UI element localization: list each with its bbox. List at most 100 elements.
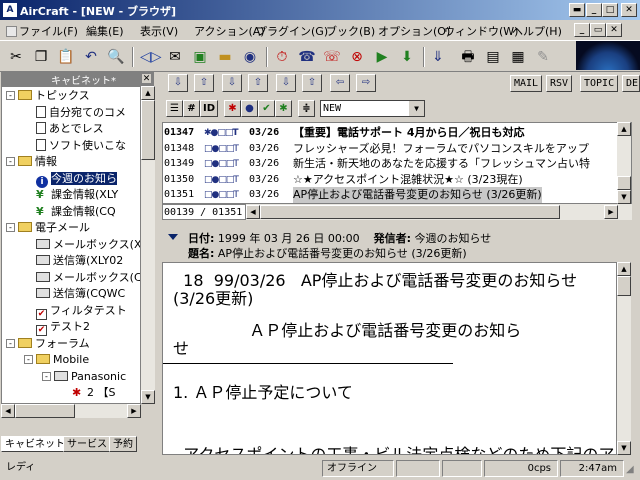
child-close-button[interactable]: ✕ <box>606 23 622 37</box>
menu-view[interactable]: 表示(V) <box>140 23 178 39</box>
tree-node[interactable]: ✱ 2 【S <box>60 385 115 401</box>
topic-button[interactable]: TOPIC <box>580 75 619 92</box>
tree-node[interactable]: ✔ テスト2 <box>24 319 90 336</box>
maximize-button[interactable]: □ <box>602 3 618 17</box>
split-view-icon[interactable]: ◁▷ <box>140 47 162 67</box>
scroll-down-icon[interactable]: ▼ <box>141 390 155 404</box>
scroll-right-icon[interactable]: ▶ <box>604 205 618 219</box>
tree-node[interactable]: メールボックス(XL <box>24 237 140 253</box>
message-body[interactable]: 18 99/03/26 AP停止および電話番号変更のお知らせ (3/26更新) … <box>162 262 617 455</box>
resize-grip-icon[interactable]: ◢ <box>626 464 638 476</box>
tree-toggle-icon[interactable]: - <box>6 223 15 232</box>
tree-node[interactable]: - Mobile <box>24 352 89 368</box>
scroll-left-icon[interactable]: ◀ <box>1 404 15 418</box>
minimize-button[interactable]: _ <box>586 3 602 17</box>
phone-icon[interactable]: ☎ <box>297 47 317 67</box>
chevron-down-icon[interactable]: ▼ <box>409 101 424 116</box>
tree-toggle-icon[interactable]: - <box>42 371 51 381</box>
tab-cabinet[interactable]: キャビネット <box>1 436 69 452</box>
tree-node[interactable]: - Panasonic <box>42 369 126 385</box>
tree-node[interactable]: あとでレス <box>24 121 104 137</box>
book-icon[interactable]: ▤ <box>483 47 503 67</box>
find-icon[interactable]: 🔍 <box>106 47 126 67</box>
filter-select[interactable]: NEW ▼ <box>320 100 425 117</box>
send-icon[interactable]: ▶ <box>372 47 392 67</box>
hscroll-thumb[interactable] <box>15 404 75 418</box>
menu-option[interactable]: オプション(O) <box>378 23 450 39</box>
body-vertical-scrollbar[interactable]: ▲ ▼ <box>617 262 631 455</box>
menu-help[interactable]: ヘルプ(H) <box>512 23 562 39</box>
list-horizontal-scrollbar[interactable]: ◀ ▶ <box>246 204 632 220</box>
schedule-icon[interactable]: ⏱ <box>272 47 292 67</box>
tree-toggle-icon[interactable]: - <box>6 91 15 100</box>
post-icon[interactable]: ▣ <box>190 47 210 67</box>
hscroll-thumb[interactable] <box>260 205 560 219</box>
tree-node[interactable]: - フォーラム <box>6 336 90 352</box>
tab-service[interactable]: サービス <box>63 436 111 452</box>
green-star-icon[interactable]: ✱ <box>275 100 292 117</box>
tree-node[interactable]: ✔ フィルタテスト <box>24 303 127 320</box>
de-button[interactable]: DE <box>622 75 640 92</box>
message-row[interactable]: 01351 □●□□T 03/26 AP停止および電話番号変更のお知らせ (3/26更… <box>163 187 631 203</box>
undo-icon[interactable]: ↶ <box>81 47 101 67</box>
restore-child-button[interactable]: ▬ <box>569 3 585 17</box>
tree-node[interactable]: 送信簿(XLY02 <box>24 253 123 269</box>
nav-forward-icon[interactable]: ⇨ <box>356 74 376 92</box>
tree-node[interactable]: ¥ 課金情報(CQ <box>24 204 116 220</box>
stop-icon[interactable]: ⊗ <box>347 47 367 67</box>
nav-next-thread-icon[interactable]: ⇩ <box>276 74 296 92</box>
child-restore-button[interactable]: ▭ <box>590 23 606 37</box>
scroll-right-icon[interactable]: ▶ <box>127 404 141 418</box>
close-button[interactable]: ✕ <box>621 3 637 17</box>
tab-reservation[interactable]: 予約 <box>109 436 137 452</box>
paste-icon[interactable]: 📋 <box>56 47 76 67</box>
menu-book[interactable]: ブック(B) <box>326 23 375 39</box>
message-row[interactable]: 01349 □●□□T 03/26 新生活・新天地のあなたを応援する「フレッシュマン占… <box>163 156 631 172</box>
copy-icon[interactable]: ❐ <box>31 47 51 67</box>
scroll-down-icon[interactable]: ▼ <box>617 441 631 455</box>
cut-icon[interactable]: ✂ <box>6 47 26 67</box>
tree-toggle-icon[interactable]: - <box>24 355 33 364</box>
menu-edit[interactable]: 編集(E) <box>86 23 124 39</box>
tree-node[interactable]: メールボックス(CQ <box>24 270 140 286</box>
scroll-thumb[interactable] <box>617 276 631 296</box>
unread-dot-icon[interactable]: ● <box>241 100 258 117</box>
receive-icon[interactable]: ⬇ <box>397 47 417 67</box>
tree-node[interactable]: 送信簿(CQWC <box>24 286 125 302</box>
nav-back-icon[interactable]: ⇦ <box>330 74 350 92</box>
app-icon[interactable]: A <box>3 3 17 17</box>
child-minimize-button[interactable]: _ <box>574 23 590 37</box>
nav-next-unread-icon[interactable]: ⇩ <box>222 74 242 92</box>
nav-down-icon[interactable]: ⇩ <box>168 74 188 92</box>
tree-toggle-icon[interactable]: - <box>6 157 15 166</box>
tree-toggle-icon[interactable]: - <box>6 338 15 348</box>
collapse-arrow-icon[interactable] <box>168 234 178 240</box>
menu-action[interactable]: アクション(A) <box>194 23 265 39</box>
new-message-icon[interactable]: ✉ <box>165 47 185 67</box>
menu-window[interactable]: ウィンドウ(W) <box>444 23 518 39</box>
tree-node[interactable]: 自分宛てのコメ <box>24 105 126 121</box>
mail-button[interactable]: MAIL <box>510 75 543 92</box>
sort-icon[interactable]: ≑ <box>298 100 315 117</box>
number-icon[interactable]: # <box>183 100 200 117</box>
tree-node[interactable]: ¥ 課金情報(XLY <box>24 187 118 203</box>
scroll-thumb[interactable] <box>617 176 631 190</box>
tree-node[interactable]: ソフト使いこな <box>24 138 126 154</box>
save-icon[interactable]: ▦ <box>508 47 528 67</box>
scroll-left-icon[interactable]: ◀ <box>246 205 260 219</box>
scroll-up-icon[interactable]: ▲ <box>617 262 631 276</box>
tree-horizontal-scrollbar[interactable]: ◀ ▶ <box>1 404 141 418</box>
tree-node[interactable]: - 電子メール <box>6 220 90 236</box>
message-row[interactable]: 01350 □●□□T 03/26 ☆★アクセスポイント混雑状況★☆ (3/23現在) <box>163 172 631 188</box>
edit-icon[interactable]: ✎ <box>533 47 553 67</box>
message-row[interactable]: 01347 ✱●□□T 03/26 【重要】電話サポート 4月から日／祝日も対応 <box>163 125 631 141</box>
folder-icon[interactable]: ▬ <box>215 47 235 67</box>
check-filter-icon[interactable]: ✔ <box>258 100 275 117</box>
download-icon[interactable]: ⇓ <box>428 47 448 67</box>
menu-plugin[interactable]: プラグイン(G) <box>256 23 328 39</box>
list-view-icon[interactable]: ☰ <box>166 100 183 117</box>
scroll-up-icon[interactable]: ▲ <box>141 86 155 100</box>
tree-node[interactable]: - トピックス <box>6 88 90 104</box>
tree-node[interactable]: i 今週のお知ら <box>24 171 117 188</box>
tree-node[interactable]: - 情報 <box>6 154 57 170</box>
